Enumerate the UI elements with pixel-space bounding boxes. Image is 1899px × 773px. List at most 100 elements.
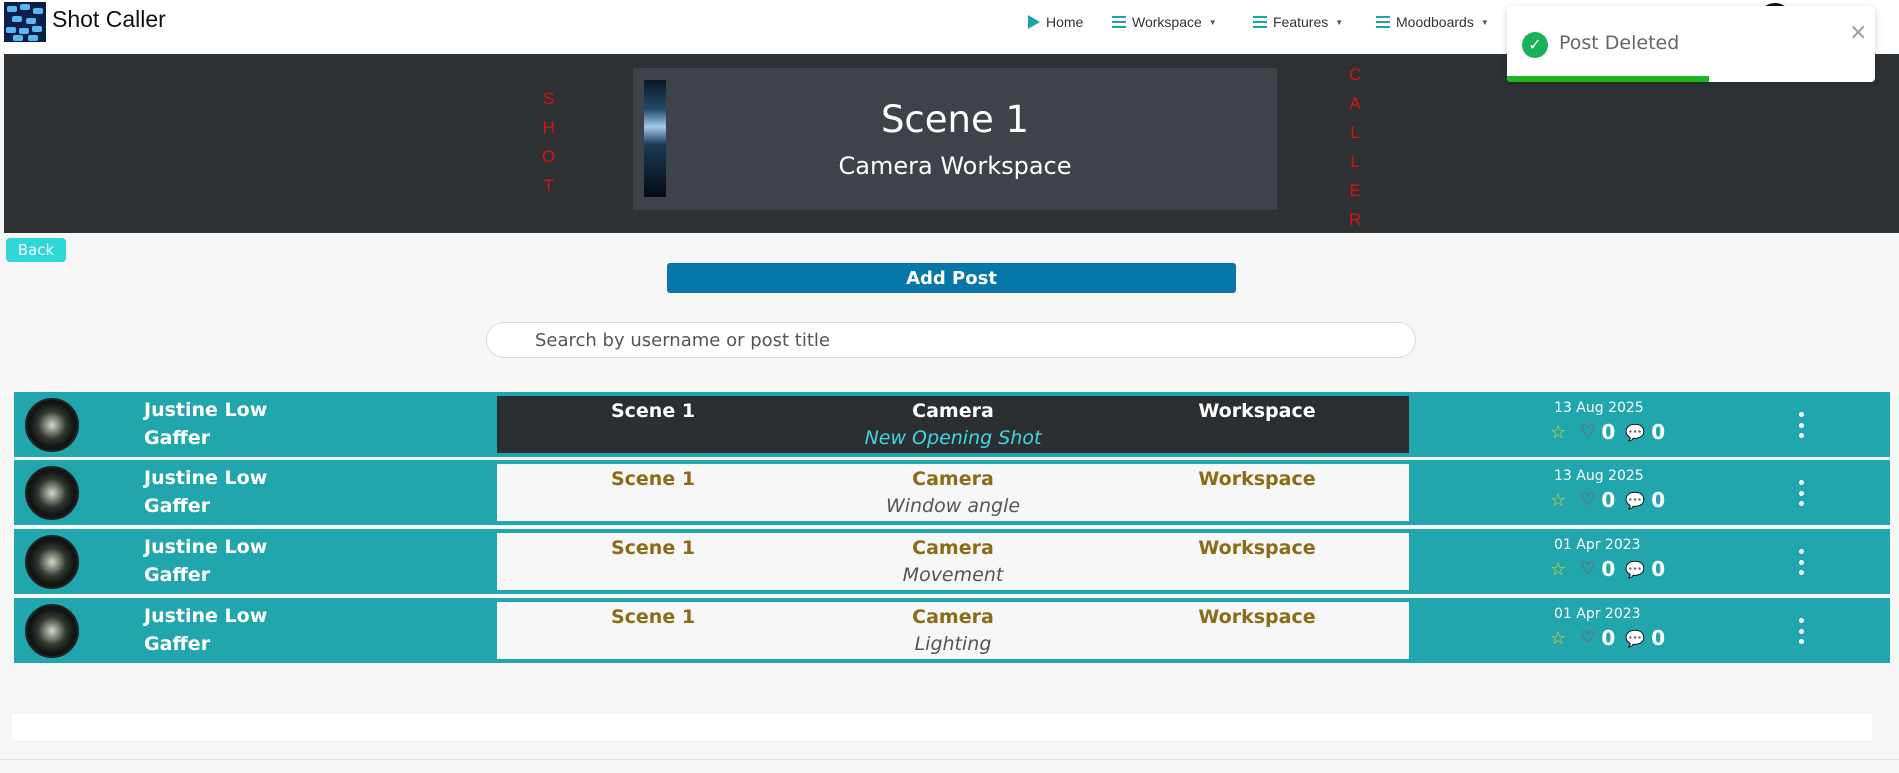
- more-options-icon[interactable]: [1794, 412, 1808, 438]
- caller-vertical-text: CALLER: [1349, 60, 1361, 234]
- post-row[interactable]: Justine Low Gaffer Scene 1 Camera Worksp…: [14, 529, 1890, 594]
- author-name[interactable]: Justine Low: [144, 396, 267, 424]
- post-space: Workspace: [1198, 537, 1316, 559]
- caret-down-icon: ▼: [1208, 17, 1217, 27]
- page-title: Scene 1: [880, 98, 1030, 141]
- star-icon[interactable]: ☆: [1550, 559, 1566, 580]
- heart-icon[interactable]: ♡: [1580, 559, 1595, 579]
- post-space: Workspace: [1198, 606, 1316, 628]
- comment-count: 0: [1651, 626, 1666, 650]
- list-icon: [1112, 16, 1126, 28]
- post-content[interactable]: Scene 1 Camera Workspace Window angle: [497, 464, 1409, 521]
- author-avatar[interactable]: [25, 398, 79, 452]
- post-author: Justine Low Gaffer: [144, 396, 267, 452]
- post-stats: ☆ ♡ 0 💬 0: [1550, 557, 1665, 581]
- post-space: Workspace: [1198, 468, 1316, 490]
- shot-letter: S: [542, 89, 555, 108]
- post-title: Window angle: [885, 495, 1021, 517]
- nav-home-label: Home: [1046, 14, 1084, 30]
- more-options-icon[interactable]: [1794, 549, 1808, 575]
- post-content[interactable]: Scene 1 Camera Workspace Movement: [497, 533, 1409, 590]
- comments-icon[interactable]: 💬: [1625, 629, 1645, 648]
- heart-icon[interactable]: ♡: [1580, 422, 1595, 442]
- post-scene: Scene 1: [610, 606, 696, 628]
- shot-caller-logo[interactable]: [4, 2, 46, 42]
- post-row[interactable]: Justine Low Gaffer Scene 1 Camera Worksp…: [14, 460, 1890, 525]
- list-icon: [1376, 16, 1390, 28]
- caller-letter: A: [1349, 94, 1361, 113]
- author-name[interactable]: Justine Low: [144, 602, 267, 630]
- toast-message: Post Deleted: [1559, 32, 1680, 54]
- nav-home[interactable]: Home: [1028, 12, 1083, 32]
- post-department: Camera: [912, 606, 994, 628]
- post-title: Movement: [902, 564, 1004, 586]
- shot-letter: O: [542, 147, 556, 166]
- post-content[interactable]: Scene 1 Camera Workspace Lighting: [497, 602, 1409, 659]
- post-date: 01 Apr 2023: [1554, 537, 1641, 553]
- post-department: Camera: [912, 400, 994, 422]
- brand-name[interactable]: Shot Caller: [52, 6, 166, 33]
- caret-down-icon: ▼: [1480, 17, 1489, 27]
- post-date: 01 Apr 2023: [1554, 606, 1641, 622]
- author-name[interactable]: Justine Low: [144, 533, 267, 561]
- star-icon[interactable]: ☆: [1550, 490, 1566, 511]
- check-circle-icon: ✓: [1522, 32, 1548, 58]
- comments-icon[interactable]: 💬: [1625, 560, 1645, 579]
- like-count: 0: [1601, 488, 1616, 512]
- nav-moodboards[interactable]: Moodboards ▼: [1376, 12, 1489, 32]
- post-author: Justine Low Gaffer: [144, 533, 267, 589]
- caller-letter: R: [1349, 210, 1362, 229]
- toast-progress-bar: [1507, 76, 1710, 82]
- caller-letter: L: [1350, 152, 1360, 171]
- post-author: Justine Low Gaffer: [144, 602, 267, 658]
- shot-letter: H: [542, 118, 555, 137]
- search-input[interactable]: [486, 322, 1416, 358]
- post-department: Camera: [912, 537, 994, 559]
- comments-icon[interactable]: 💬: [1625, 491, 1645, 510]
- nav-workspace-label: Workspace: [1132, 14, 1202, 30]
- author-avatar[interactable]: [25, 604, 79, 658]
- nav-features[interactable]: Features ▼: [1253, 12, 1343, 32]
- author-role: Gaffer: [144, 633, 211, 655]
- comment-count: 0: [1651, 488, 1666, 512]
- caller-letter: E: [1349, 181, 1361, 200]
- post-stats: ☆ ♡ 0 💬 0: [1550, 420, 1665, 444]
- more-options-icon[interactable]: [1794, 618, 1808, 644]
- star-icon[interactable]: ☆: [1550, 628, 1566, 649]
- star-icon[interactable]: ☆: [1550, 422, 1566, 443]
- author-role: Gaffer: [144, 427, 211, 449]
- caret-down-icon: ▼: [1335, 17, 1344, 27]
- heart-icon[interactable]: ♡: [1580, 490, 1595, 510]
- shot-vertical-text: SHOT: [542, 84, 555, 200]
- post-title: Lighting: [914, 633, 992, 655]
- more-options-icon[interactable]: [1794, 480, 1808, 506]
- like-count: 0: [1601, 626, 1616, 650]
- post-date: 13 Aug 2025: [1554, 468, 1644, 484]
- post-content[interactable]: Scene 1 Camera Workspace New Opening Sho…: [497, 396, 1409, 453]
- nav-workspace[interactable]: Workspace ▼: [1112, 12, 1217, 32]
- post-date: 13 Aug 2025: [1554, 400, 1644, 416]
- close-icon[interactable]: ×: [1849, 20, 1867, 45]
- comments-icon[interactable]: 💬: [1625, 423, 1645, 442]
- post-scene: Scene 1: [610, 400, 696, 422]
- nav-features-label: Features: [1273, 14, 1329, 30]
- author-name[interactable]: Justine Low: [144, 464, 267, 492]
- post-row[interactable]: Justine Low Gaffer Scene 1 Camera Worksp…: [14, 598, 1890, 663]
- like-count: 0: [1601, 557, 1616, 581]
- shot-letter: T: [543, 176, 554, 195]
- heart-icon[interactable]: ♡: [1580, 628, 1595, 648]
- author-avatar[interactable]: [25, 535, 79, 589]
- author-avatar[interactable]: [25, 466, 79, 520]
- post-author: Justine Low Gaffer: [144, 464, 267, 520]
- comment-count: 0: [1651, 557, 1666, 581]
- back-button[interactable]: Back: [6, 238, 66, 262]
- page-subtitle: Camera Workspace: [838, 152, 1072, 180]
- post-stats: ☆ ♡ 0 💬 0: [1550, 626, 1665, 650]
- hero-card: Scene 1 Camera Workspace: [633, 68, 1277, 210]
- add-post-button[interactable]: Add Post: [667, 263, 1236, 293]
- post-row[interactable]: Justine Low Gaffer Scene 1 Camera Worksp…: [14, 392, 1890, 457]
- nav-moodboards-label: Moodboards: [1396, 14, 1474, 30]
- comment-count: 0: [1651, 420, 1666, 444]
- post-space: Workspace: [1198, 400, 1316, 422]
- footer-strip: [12, 714, 1872, 740]
